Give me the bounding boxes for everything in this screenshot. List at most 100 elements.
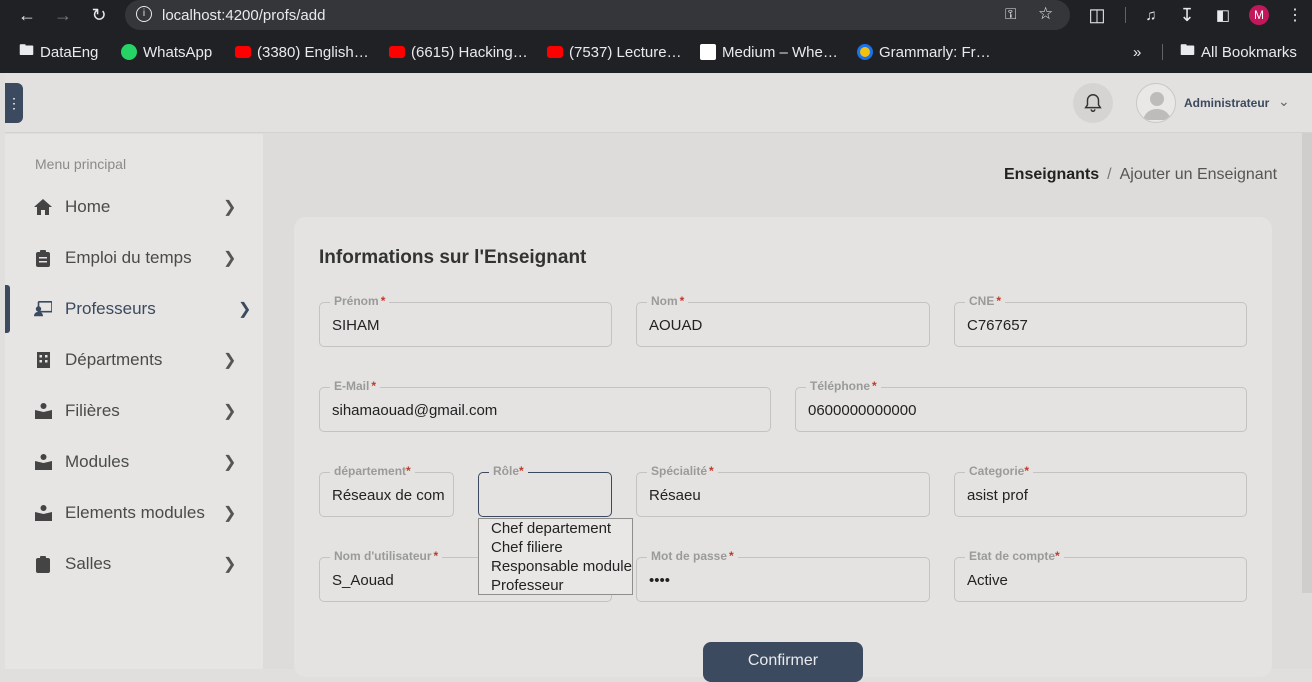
bookmark-youtube-3[interactable]: (7537) Lecture… — [547, 42, 682, 62]
reload-icon[interactable]: ↻ — [88, 4, 110, 26]
media-icon[interactable]: ♫ — [1140, 4, 1162, 26]
bookmark-youtube-2[interactable]: (6615) Hacking… — [389, 42, 528, 62]
notifications-button[interactable] — [1073, 83, 1113, 123]
nom-value[interactable]: AOUAD — [649, 317, 702, 334]
folder-icon: 🖿 — [1180, 41, 1196, 59]
star-icon[interactable]: ☆ — [1038, 4, 1053, 24]
departement-label: département* — [330, 464, 415, 478]
cne-field[interactable]: CNE * C767657 — [954, 294, 1247, 347]
specialite-label: Spécialité * — [647, 464, 718, 478]
chevron-right-icon: ❯ — [223, 199, 237, 216]
clipboard-icon — [34, 555, 52, 573]
site-info-icon[interactable]: i — [136, 6, 152, 22]
sidebar-item-home[interactable]: Home ❯ — [5, 185, 263, 229]
toolbar-divider — [1125, 7, 1126, 23]
form-card: Informations sur l'Enseignant Prénom * SI… — [294, 217, 1272, 677]
chevron-right-icon: ❯ — [223, 556, 237, 573]
role-option-chef-departement[interactable]: Chef departement — [491, 520, 632, 539]
sidebar: Menu principal Home ❯ Emploi du temps ❯ … — [5, 134, 263, 669]
sidebar-item-departments[interactable]: Départments ❯ — [5, 338, 263, 382]
bookmark-youtube-1[interactable]: (3380) English… — [235, 42, 369, 62]
breadcrumb: Enseignants / Ajouter un Enseignant — [1004, 166, 1277, 184]
role-option-professeur[interactable]: Professeur — [491, 577, 632, 596]
sidebar-item-salles[interactable]: Salles ❯ — [5, 542, 263, 586]
departement-field[interactable]: département* Réseaux de com — [319, 464, 454, 517]
address-bar[interactable]: i localhost:4200/profs/add ⚿ ☆ — [125, 0, 1070, 30]
password-field[interactable]: Mot de passe * •••• — [636, 549, 930, 602]
chevron-right-icon: ❯ — [223, 505, 237, 522]
bookmark-dataeng[interactable]: 🖿 DataEng — [19, 42, 98, 62]
youtube-icon — [389, 46, 405, 58]
prenom-field[interactable]: Prénom * SIHAM — [319, 294, 612, 347]
sidebar-item-elements-modules[interactable]: Elements modules ❯ — [5, 491, 263, 535]
form-title: Informations sur l'Enseignant — [319, 247, 587, 268]
browser-chrome: ← → ↻ i localhost:4200/profs/add ⚿ ☆ ◫ ♫… — [0, 0, 1312, 73]
etat-compte-value[interactable]: Active — [967, 572, 1008, 589]
user-name[interactable]: Administrateur — [1184, 96, 1269, 110]
prenom-value[interactable]: SIHAM — [332, 317, 380, 334]
email-value[interactable]: sihamaouad@gmail.com — [332, 402, 497, 419]
sidebar-item-emploi[interactable]: Emploi du temps ❯ — [5, 236, 263, 280]
user-avatar[interactable] — [1136, 83, 1176, 123]
chevron-right-icon: ❯ — [223, 403, 237, 420]
url-text[interactable]: localhost:4200/profs/add — [162, 7, 325, 24]
menu-icon[interactable]: ⋮ — [1284, 4, 1306, 26]
password-label: Mot de passe * — [647, 549, 738, 563]
forward-icon[interactable]: → — [52, 4, 74, 26]
cne-value[interactable]: C767657 — [967, 317, 1028, 334]
bookmark-medium[interactable]: Medium – Whe… — [700, 42, 838, 62]
user-icon — [1143, 92, 1171, 120]
profile-avatar[interactable]: M — [1249, 5, 1269, 25]
username-value[interactable]: S_Aouad — [332, 572, 394, 589]
grammarly-icon — [857, 44, 873, 60]
categorie-value[interactable]: asist prof — [967, 487, 1028, 504]
bookmark-grammarly[interactable]: Grammarly: Fr… — [857, 42, 991, 62]
book-reader-icon — [34, 504, 52, 522]
password-value[interactable]: •••• — [649, 572, 670, 589]
extensions-icon[interactable]: ◫ — [1086, 4, 1108, 26]
role-label: Rôle* — [489, 464, 528, 478]
back-icon[interactable]: ← — [16, 4, 38, 26]
telephone-label: Téléphone * — [806, 379, 881, 393]
email-field[interactable]: E-Mail * sihamaouad@gmail.com — [319, 379, 771, 432]
specialite-value[interactable]: Résaeu — [649, 487, 701, 504]
side-panel-icon[interactable]: ◧ — [1212, 4, 1234, 26]
telephone-field[interactable]: Téléphone * 0600000000000 — [795, 379, 1247, 432]
book-reader-icon — [34, 453, 52, 471]
hamburger-icon: ⋮ — [7, 94, 21, 111]
all-bookmarks[interactable]: 🖿 All Bookmarks — [1180, 42, 1297, 62]
etat-compte-field[interactable]: Etat de compte* Active — [954, 549, 1247, 602]
role-option-responsable-module[interactable]: Responsable module — [491, 558, 632, 577]
top-bar: ⋮ Administrateur ⌄ — [5, 73, 1312, 133]
menu-toggle-button[interactable]: ⋮ — [5, 83, 23, 123]
scrollbar[interactable] — [1302, 133, 1312, 593]
active-indicator — [5, 285, 10, 333]
clipboard-icon — [34, 249, 52, 267]
whatsapp-icon — [121, 44, 137, 60]
breadcrumb-current: Ajouter un Enseignant — [1119, 166, 1278, 183]
chevron-down-icon[interactable]: ⌄ — [1278, 93, 1290, 110]
role-select[interactable]: Rôle* — [478, 464, 612, 517]
departement-value[interactable]: Réseaux de com — [332, 487, 447, 504]
nom-field[interactable]: Nom * AOUAD — [636, 294, 930, 347]
telephone-value[interactable]: 0600000000000 — [808, 402, 916, 419]
confirm-button[interactable]: Confirmer — [703, 642, 863, 682]
home-icon — [34, 198, 52, 216]
sidebar-item-modules[interactable]: Modules ❯ — [5, 440, 263, 484]
building-icon — [34, 351, 52, 369]
bookmarks-more[interactable]: » — [1133, 42, 1141, 62]
bookmark-whatsapp[interactable]: WhatsApp — [121, 42, 212, 62]
specialite-field[interactable]: Spécialité * Résaeu — [636, 464, 930, 517]
sidebar-item-filieres[interactable]: Filières ❯ — [5, 389, 263, 433]
etat-compte-label: Etat de compte* — [965, 549, 1064, 563]
sidebar-item-professeurs[interactable]: Professeurs ❯ — [5, 285, 263, 333]
chevron-right-icon: ❯ — [223, 454, 237, 471]
breadcrumb-parent[interactable]: Enseignants — [1004, 166, 1099, 183]
role-option-chef-filiere[interactable]: Chef filiere — [491, 539, 632, 558]
folder-icon: 🖿 — [19, 41, 35, 59]
categorie-field[interactable]: Categorie* asist prof — [954, 464, 1247, 517]
chevron-right-icon: ❯ — [223, 250, 237, 267]
download-icon[interactable]: ↧ — [1176, 4, 1198, 26]
key-icon[interactable]: ⚿ — [1005, 6, 1016, 23]
menu-title: Menu principal — [35, 156, 127, 172]
